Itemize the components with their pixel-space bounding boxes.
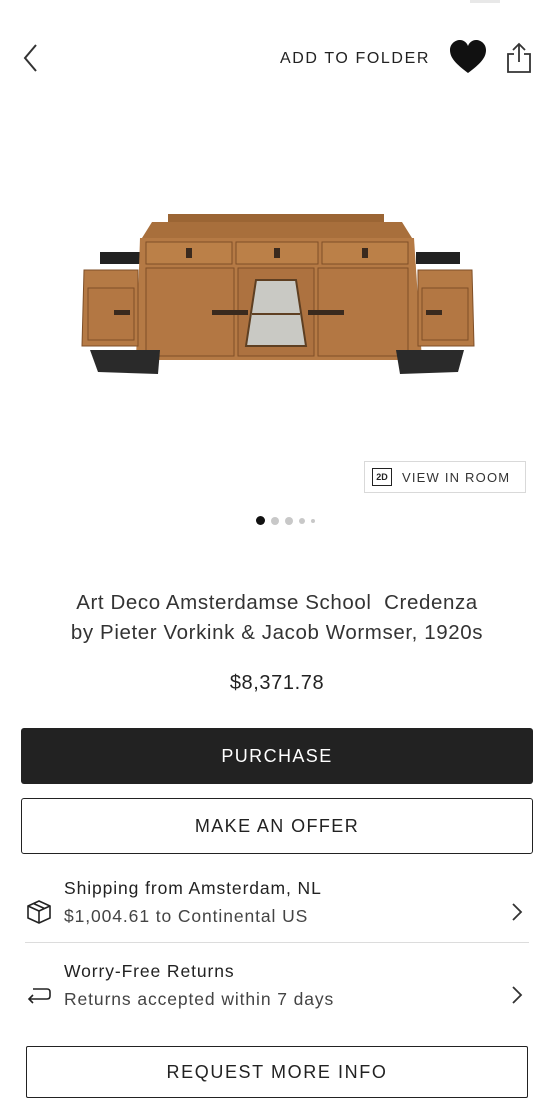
return-arrow-icon bbox=[27, 988, 51, 1004]
make-offer-button[interactable]: MAKE AN OFFER bbox=[21, 798, 533, 854]
product-title-line2: by Pieter Vorkink & Jacob Wormser, 1920s bbox=[70, 621, 484, 644]
returns-subtitle: Returns accepted within 7 days bbox=[64, 989, 335, 1009]
status-indicator bbox=[470, 0, 500, 3]
share-icon bbox=[507, 42, 531, 73]
favorite-button[interactable] bbox=[448, 38, 488, 78]
carousel-dot-active[interactable] bbox=[256, 516, 265, 525]
returns-title: Worry-Free Returns bbox=[64, 961, 235, 981]
product-title-line1: Art Deco Amsterdamse School Credenza bbox=[76, 591, 478, 614]
request-more-info-button[interactable]: REQUEST MORE INFO bbox=[26, 1046, 528, 1098]
product-title: Art Deco Amsterdamse School Credenza by … bbox=[20, 588, 534, 648]
product-image[interactable] bbox=[60, 190, 490, 390]
carousel-dot[interactable] bbox=[299, 517, 305, 524]
add-to-folder-button[interactable]: ADD TO FOLDER bbox=[280, 50, 430, 68]
chevron-right-icon bbox=[512, 986, 523, 1004]
view-in-room-button[interactable]: 2D VIEW IN ROOM bbox=[364, 461, 526, 493]
heart-icon bbox=[450, 40, 486, 73]
shipping-subtitle: $1,004.61 to Continental US bbox=[64, 906, 309, 926]
chevron-left-icon bbox=[23, 44, 37, 72]
carousel-dot[interactable] bbox=[271, 516, 279, 525]
carousel-dot[interactable] bbox=[311, 518, 315, 523]
chevron-right-icon bbox=[512, 903, 523, 921]
view-in-room-label: VIEW IN ROOM bbox=[402, 469, 511, 485]
purchase-button[interactable]: PURCHASE bbox=[21, 728, 533, 784]
credenza-illustration bbox=[81, 214, 475, 374]
carousel-dot[interactable] bbox=[285, 516, 293, 525]
share-button[interactable] bbox=[505, 40, 533, 76]
back-button[interactable] bbox=[18, 40, 46, 76]
returns-info-row[interactable]: Worry-Free Returns Returns accepted with… bbox=[25, 961, 529, 1031]
shipping-title: Shipping from Amsterdam, NL bbox=[64, 878, 322, 898]
carousel-indicator bbox=[256, 516, 315, 525]
view-2d-badge-text: 2D bbox=[376, 472, 388, 482]
top-bar: ADD TO FOLDER bbox=[0, 0, 554, 110]
product-price: $8,371.78 bbox=[229, 672, 325, 694]
product-detail-page: ADD TO FOLDER 2D VIEW IN ROOM Art Deco A… bbox=[0, 0, 554, 1108]
shipping-info-row[interactable]: Shipping from Amsterdam, NL $1,004.61 to… bbox=[25, 878, 529, 948]
divider bbox=[25, 942, 529, 943]
package-icon bbox=[27, 900, 51, 924]
view-2d-badge-icon: 2D bbox=[372, 468, 392, 486]
